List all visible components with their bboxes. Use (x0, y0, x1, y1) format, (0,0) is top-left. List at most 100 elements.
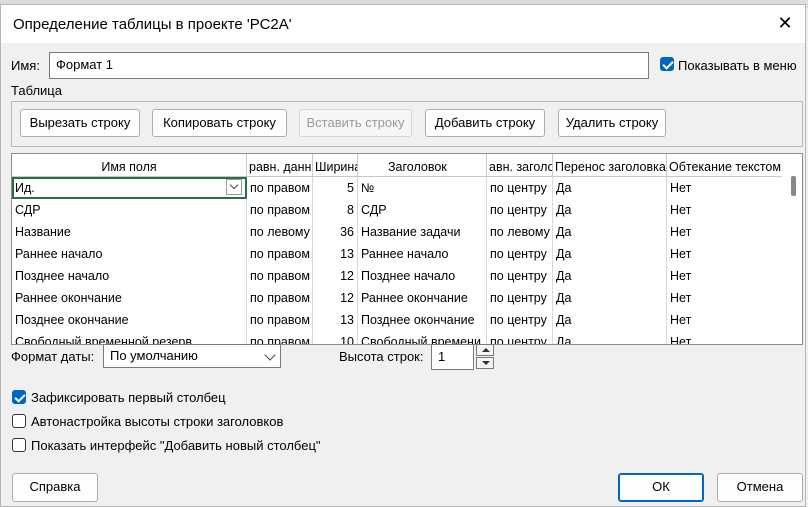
cell-title-align[interactable]: по центру (487, 265, 553, 287)
cell-wrap-title[interactable]: Да (553, 199, 667, 221)
cell-field-name[interactable]: Раннее окончание (12, 287, 247, 309)
delete-row-button[interactable]: Удалить строку (558, 109, 666, 137)
date-format-select[interactable]: По умолчанию (103, 344, 281, 368)
cell-title[interactable]: Раннее окончание (358, 287, 487, 309)
table-row[interactable]: Свободный временной резерв по правом 10 Сво… (12, 331, 782, 344)
cell-wrap-title[interactable]: Да (553, 331, 667, 344)
cell-field-name[interactable]: Позднее окончание (12, 309, 247, 331)
cell-width[interactable]: 36 (313, 221, 358, 243)
table-row[interactable]: Позднее начало по правом 12 Позднее начало п… (12, 265, 782, 287)
cell-field-name[interactable]: СДР (12, 199, 247, 221)
cell-wrap-title[interactable]: Да (553, 243, 667, 265)
cell-text-wrap[interactable]: Нет (667, 331, 782, 344)
header-title[interactable]: Заголовок (358, 154, 487, 176)
cell-title[interactable]: Позднее начало (358, 265, 487, 287)
cell-field-name[interactable]: Ид. (12, 177, 247, 199)
cell-title-align[interactable]: по центру (487, 199, 553, 221)
row-height-input[interactable]: 1 (431, 344, 474, 370)
spin-up-button[interactable] (476, 344, 494, 356)
auto-header-height-checkbox[interactable] (12, 414, 26, 428)
header-title-align[interactable]: авн. заголо (487, 154, 553, 176)
cell-width[interactable]: 13 (313, 243, 358, 265)
table-row[interactable]: СДР по правом 8 СДР по центру Да Нет (12, 199, 782, 221)
cell-title-align[interactable]: по левому (487, 221, 553, 243)
freeze-first-column-checkbox[interactable] (12, 390, 26, 404)
cell-data-align[interactable]: по правом (247, 265, 313, 287)
add-row-button[interactable]: Добавить строку (425, 109, 545, 137)
cell-data-align[interactable]: по правом (247, 309, 313, 331)
show-add-column-label: Показать интерфейс "Добавить новый столб… (31, 438, 321, 453)
cell-title[interactable]: Раннее начало (358, 243, 487, 265)
cell-field-name[interactable]: Раннее начало (12, 243, 247, 265)
cell-wrap-title[interactable]: Да (553, 177, 667, 199)
table-row[interactable]: Название по левому 36 Название задачи по лев… (12, 221, 782, 243)
header-wrap-title[interactable]: Перенос заголовка (553, 154, 667, 176)
header-field-name[interactable]: Имя поля (12, 154, 247, 176)
cell-text-wrap[interactable]: Нет (667, 177, 782, 199)
cell-wrap-title[interactable]: Да (553, 309, 667, 331)
cell-title[interactable]: № (358, 177, 487, 199)
show-add-column-checkbox[interactable] (12, 438, 26, 452)
cell-field-name[interactable]: Позднее начало (12, 265, 247, 287)
cell-title-align[interactable]: по центру (487, 331, 553, 344)
cell-title[interactable]: Название задачи (358, 221, 487, 243)
cell-text-wrap[interactable]: Нет (667, 265, 782, 287)
cell-title[interactable]: Свободный времени (358, 331, 487, 344)
cell-data-align[interactable]: по правом (247, 287, 313, 309)
cell-title-align[interactable]: по центру (487, 287, 553, 309)
copy-row-button[interactable]: Копировать строку (152, 109, 287, 137)
cell-width[interactable]: 12 (313, 265, 358, 287)
cell-field-name[interactable]: Название (12, 221, 247, 243)
cell-width[interactable]: 5 (313, 177, 358, 199)
date-format-value: По умолчанию (110, 348, 198, 363)
cell-wrap-title[interactable]: Да (553, 221, 667, 243)
cell-data-align[interactable]: по правом (247, 243, 313, 265)
scrollbar-thumb[interactable] (791, 176, 796, 196)
cell-text-wrap[interactable]: Нет (667, 309, 782, 331)
cell-text-wrap[interactable]: Нет (667, 287, 782, 309)
cell-title-align[interactable]: по центру (487, 177, 553, 199)
ok-button[interactable]: ОК (618, 473, 704, 502)
cell-width[interactable]: 8 (313, 199, 358, 221)
help-button[interactable]: Справка (12, 473, 98, 502)
header-text-wrap[interactable]: Обтекание текстом (667, 154, 782, 176)
insert-row-button[interactable]: Вставить строку (299, 109, 412, 137)
cell-dropdown-button[interactable] (226, 179, 242, 195)
table-scrollbar[interactable] (784, 154, 802, 344)
cut-row-button[interactable]: Вырезать строку (20, 109, 140, 137)
cell-text-wrap[interactable]: Нет (667, 243, 782, 265)
cell-width[interactable]: 10 (313, 331, 358, 344)
row-height-label: Высота строк: (339, 349, 424, 364)
cell-width[interactable]: 13 (313, 309, 358, 331)
cell-wrap-title[interactable]: Да (553, 265, 667, 287)
cancel-button[interactable]: Отмена (717, 473, 803, 502)
table-row[interactable]: Ид. по правом 5 № по центру Да Нет (12, 177, 782, 199)
cell-title[interactable]: СДР (358, 199, 487, 221)
table-row[interactable]: Раннее окончание по правом 12 Раннее оконча… (12, 287, 782, 309)
title-bar: Определение таблицы в проекте 'РС2А' ✕ (1, 5, 805, 43)
spin-down-button[interactable] (476, 357, 494, 369)
cell-data-align[interactable]: по правом (247, 199, 313, 221)
auto-header-height-label: Автонастройка высоты строки заголовков (31, 414, 284, 429)
table-row[interactable]: Раннее начало по правом 13 Раннее начало по … (12, 243, 782, 265)
cell-field-name[interactable]: Свободный временной резерв (12, 331, 247, 344)
header-width[interactable]: Ширина (313, 154, 358, 176)
header-data-align[interactable]: равн. данн (247, 154, 313, 176)
cell-data-align[interactable]: по правом (247, 177, 313, 199)
cell-data-align[interactable]: по левому (247, 221, 313, 243)
cell-text-wrap[interactable]: Нет (667, 199, 782, 221)
cell-title-align[interactable]: по центру (487, 309, 553, 331)
chevron-down-icon (264, 349, 276, 361)
close-icon[interactable]: ✕ (773, 11, 797, 35)
cell-title[interactable]: Позднее окончание (358, 309, 487, 331)
cell-data-align[interactable]: по правом (247, 331, 313, 344)
table-row[interactable]: Позднее окончание по правом 13 Позднее окон… (12, 309, 782, 331)
freeze-first-column-label: Зафиксировать первый столбец (31, 390, 226, 405)
cell-wrap-title[interactable]: Да (553, 287, 667, 309)
name-input[interactable]: Формат 1 (49, 52, 649, 79)
cell-width[interactable]: 12 (313, 287, 358, 309)
show-in-menu-checkbox[interactable] (660, 57, 674, 71)
cell-title-align[interactable]: по центру (487, 243, 553, 265)
cell-field-name-text: Ид. (15, 181, 35, 195)
cell-text-wrap[interactable]: Нет (667, 221, 782, 243)
